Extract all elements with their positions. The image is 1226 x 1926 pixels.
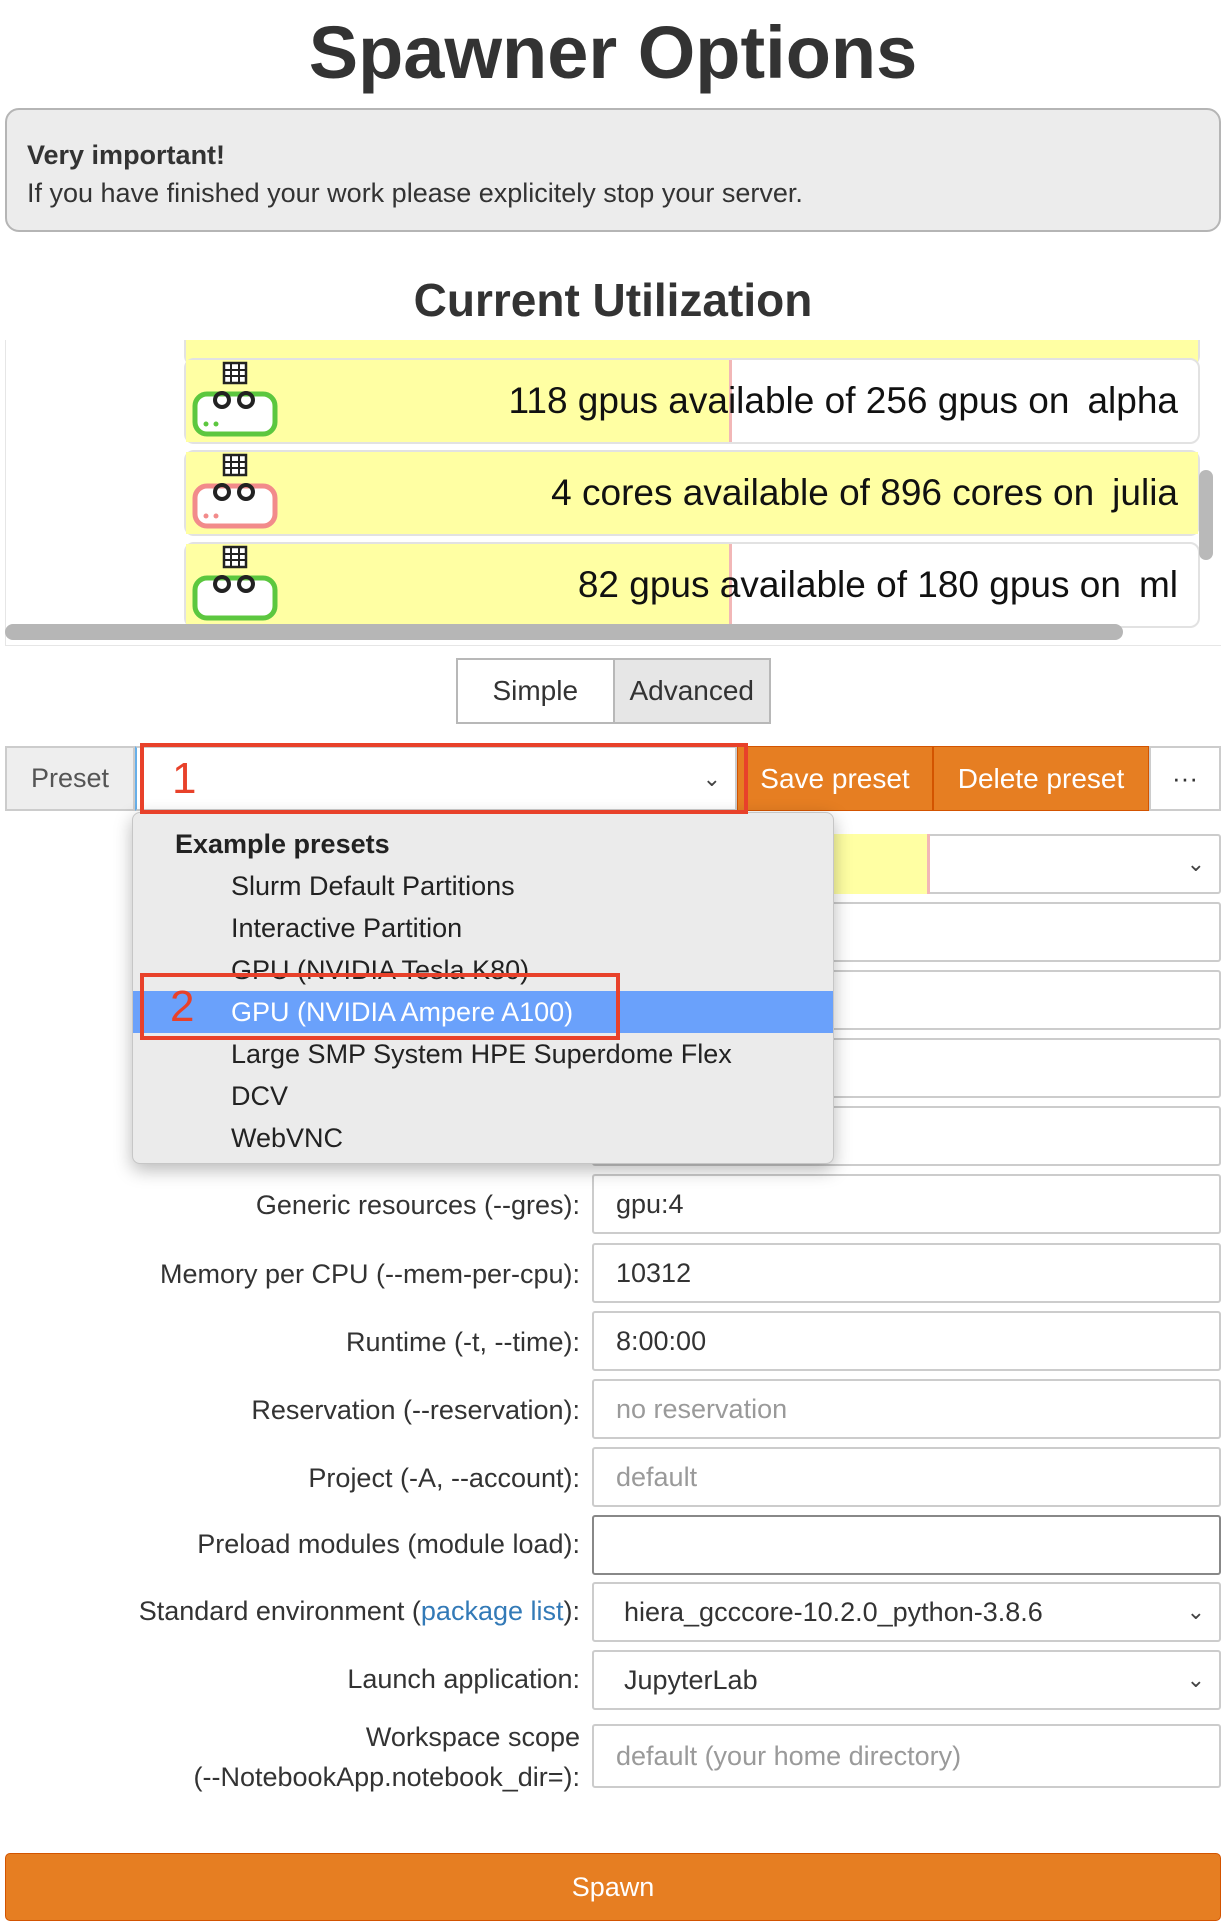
annotation-number-2: 2: [170, 982, 195, 1031]
reservation-label: Reservation (--reservation):: [251, 1395, 580, 1425]
advanced-mode-button[interactable]: Advanced: [612, 660, 769, 722]
save-preset-button[interactable]: Save preset: [737, 746, 933, 811]
dropdown-group-label: Example presets: [175, 829, 390, 859]
package-list-link[interactable]: package list: [421, 1596, 564, 1626]
annotation-box-1: [140, 743, 748, 814]
more-options-button[interactable]: ···: [1149, 746, 1221, 811]
notice-title: Very important!: [27, 140, 226, 170]
application-label: Launch application:: [347, 1664, 580, 1694]
reservation-input[interactable]: no reservation: [592, 1379, 1221, 1439]
runtime-input[interactable]: 8:00:00: [592, 1311, 1221, 1371]
vertical-scrollbar[interactable]: [1199, 470, 1213, 560]
important-notice: Very important! If you have finished you…: [5, 108, 1221, 232]
preset-option[interactable]: Interactive Partition: [133, 907, 833, 949]
project-label: Project (-A, --account):: [308, 1463, 580, 1493]
chevron-down-icon: ⌄: [1186, 1667, 1205, 1692]
notice-text: If you have finished your work please ex…: [27, 178, 803, 208]
preset-option[interactable]: DCV: [133, 1075, 833, 1117]
project-input[interactable]: default: [592, 1447, 1221, 1507]
environment-label: Standard environment (package list):: [138, 1596, 580, 1626]
annotation-box-2: [140, 973, 620, 1040]
application-select[interactable]: JupyterLab ⌄: [592, 1650, 1221, 1710]
utilization-row-ml: 82 gpus available of 180 gpus on ml: [184, 542, 1200, 628]
utilization-system: ml: [1138, 564, 1178, 605]
spawn-button[interactable]: Spawn: [5, 1853, 1221, 1921]
environment-value: hiera_gcccore-10.2.0_python-3.8.6: [624, 1596, 1043, 1627]
modules-label: Preload modules (module load):: [197, 1529, 580, 1559]
utilization-scroll-area[interactable]: 118 gpus available of 256 gpus on alpha …: [5, 340, 1221, 646]
utilization-title: Current Utilization: [413, 274, 813, 326]
page-title: Spawner Options: [308, 11, 918, 94]
gres-input[interactable]: gpu:4: [592, 1174, 1221, 1234]
utilization-text: 82 gpus available of 180 gpus on: [577, 564, 1121, 605]
utilization-row-julia: 4 cores available of 896 cores on julia: [184, 450, 1200, 536]
simple-mode-button[interactable]: Simple: [458, 660, 613, 722]
server-gpu-icon: [192, 361, 278, 437]
annotation-number-1: 1: [172, 754, 197, 803]
utilization-text: 4 cores available of 896 cores on: [551, 472, 1095, 513]
mode-toggle: Simple Advanced: [456, 658, 771, 724]
utilization-text: 118 gpus available of 256 gpus on: [508, 380, 1070, 421]
preset-label: Preset: [5, 746, 135, 811]
application-value: JupyterLab: [624, 1664, 758, 1695]
gres-label: Generic resources (--gres):: [255, 1190, 580, 1220]
server-cpu-icon: [190, 340, 280, 344]
utilization-row-alpha: 118 gpus available of 256 gpus on alpha: [184, 358, 1200, 444]
runtime-label: Runtime (-t, --time):: [345, 1327, 580, 1357]
horizontal-scrollbar[interactable]: [5, 624, 1123, 640]
workspace-label: Workspace scope (--NotebookApp.notebook_…: [193, 1722, 580, 1792]
preset-option[interactable]: WebVNC: [133, 1117, 833, 1159]
environment-select[interactable]: hiera_gcccore-10.2.0_python-3.8.6 ⌄: [592, 1582, 1221, 1642]
utilization-system: alpha: [1087, 380, 1178, 421]
chevron-down-icon: ⌄: [1186, 1599, 1205, 1624]
chevron-down-icon: ⌄: [1186, 851, 1205, 876]
server-gpu-icon: [192, 545, 278, 621]
utilization-system: julia: [1112, 472, 1178, 513]
delete-preset-button[interactable]: Delete preset: [933, 746, 1149, 811]
preset-option[interactable]: Slurm Default Partitions: [133, 865, 833, 907]
server-cpu-icon: [192, 453, 278, 529]
mem-label: Memory per CPU (--mem-per-cpu):: [159, 1259, 580, 1289]
mem-per-cpu-input[interactable]: 10312: [592, 1243, 1221, 1303]
modules-input[interactable]: [592, 1515, 1221, 1575]
workspace-input[interactable]: default (your home directory): [592, 1724, 1221, 1788]
